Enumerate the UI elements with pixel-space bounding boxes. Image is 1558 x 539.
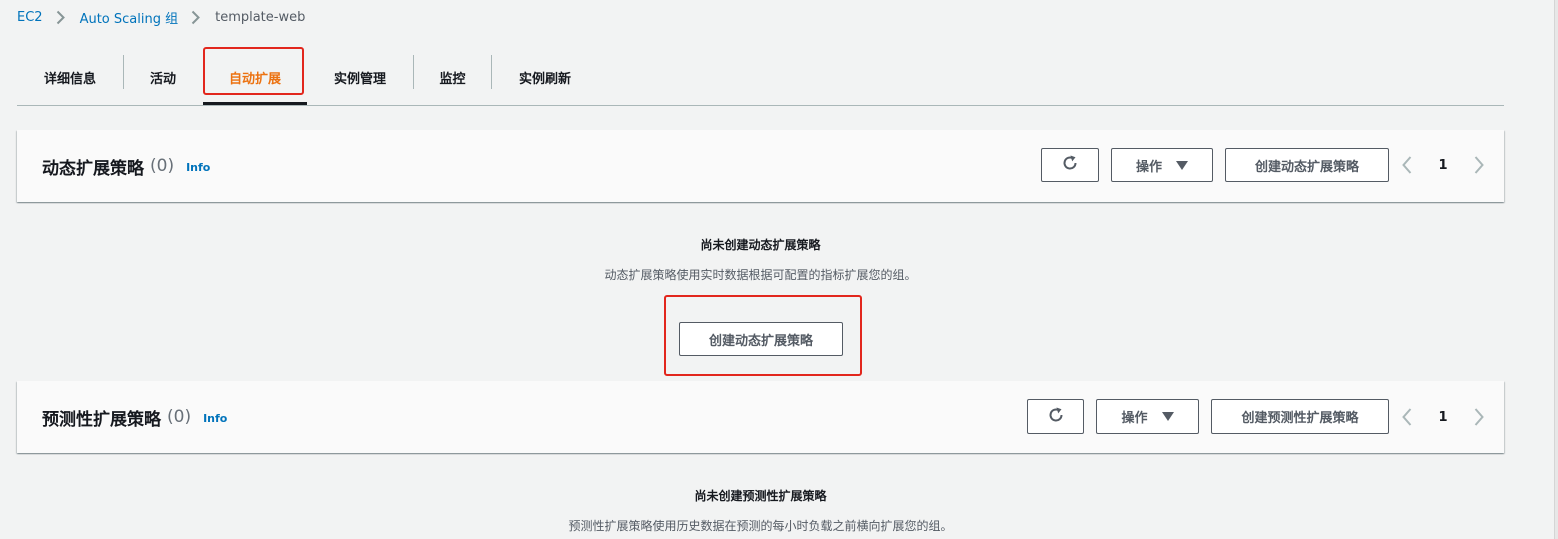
breadcrumb-link-ec2[interactable]: EC2 (17, 10, 43, 25)
panel-header: 预测性扩展策略 (0) Info (42, 381, 227, 453)
actions-dropdown[interactable]: 操作 (1096, 399, 1199, 434)
tab-bar: 详细信息 活动 自动扩展 实例管理 监控 实例刷新 (17, 50, 1504, 106)
create-dynamic-policy-empty-button[interactable]: 创建动态扩展策略 (679, 322, 843, 356)
page-number[interactable]: 1 (1433, 149, 1453, 181)
panel-title: 预测性扩展策略 (42, 409, 161, 430)
tab-automatic-scaling[interactable]: 自动扩展 (203, 50, 307, 105)
tab-activity[interactable]: 活动 (124, 50, 202, 104)
empty-state-description: 预测性扩展策略使用历史数据在预测的每小时负载之前横向扩展您的组。 (568, 519, 953, 533)
chevron-right-icon (56, 10, 65, 25)
breadcrumb-link-asg[interactable]: Auto Scaling 组 (80, 8, 179, 27)
caret-down-icon (1176, 160, 1188, 170)
tab-instance-management[interactable]: 实例管理 (307, 50, 413, 104)
predictive-scaling-panel: 预测性扩展策略 (0) Info 操作 创建预测性扩展策略 1 (17, 381, 1504, 453)
actions-dropdown[interactable]: 操作 (1111, 148, 1213, 182)
refresh-icon (1060, 153, 1080, 177)
chevron-right-icon (191, 10, 201, 25)
actions-label: 操作 (1135, 159, 1162, 175)
refresh-icon (1046, 405, 1066, 429)
policy-count: (0) (150, 156, 175, 176)
chevron-left-icon[interactable] (1397, 401, 1417, 433)
create-predictive-policy-button[interactable]: 创建预测性扩展策略 (1211, 399, 1389, 434)
breadcrumb-current: template-web (215, 9, 306, 25)
refresh-button[interactable] (1041, 148, 1099, 182)
policy-count: (0) (167, 407, 192, 427)
info-link[interactable]: Info (203, 412, 227, 425)
panel-title: 动态扩展策略 (42, 158, 144, 179)
info-link[interactable]: Info (186, 161, 210, 174)
chevron-left-icon[interactable] (1397, 149, 1417, 181)
scrollbar-edge[interactable] (1554, 0, 1558, 539)
empty-state-title: 尚未创建预测性扩展策略 (694, 489, 827, 503)
chevron-right-icon[interactable] (1469, 149, 1489, 181)
breadcrumb: EC2 Auto Scaling 组 template-web (17, 6, 305, 28)
caret-down-icon (1161, 412, 1174, 421)
page-number[interactable]: 1 (1433, 401, 1453, 433)
panel-header: 动态扩展策略 (0) Info (42, 130, 210, 202)
tab-details[interactable]: 详细信息 (17, 50, 123, 104)
empty-state-title: 尚未创建动态扩展策略 (700, 238, 821, 252)
tab-monitoring[interactable]: 监控 (414, 50, 491, 104)
tab-instance-refresh[interactable]: 实例刷新 (492, 50, 598, 104)
dynamic-scaling-panel: 动态扩展策略 (0) Info 操作 创建动态扩展策略 1 (17, 130, 1504, 202)
empty-state-description: 动态扩展策略使用实时数据根据可配置的指标扩展您的组。 (604, 268, 917, 282)
refresh-button[interactable] (1027, 399, 1084, 434)
actions-label: 操作 (1121, 411, 1148, 426)
create-dynamic-policy-button[interactable]: 创建动态扩展策略 (1225, 148, 1389, 182)
chevron-right-icon[interactable] (1469, 401, 1489, 433)
